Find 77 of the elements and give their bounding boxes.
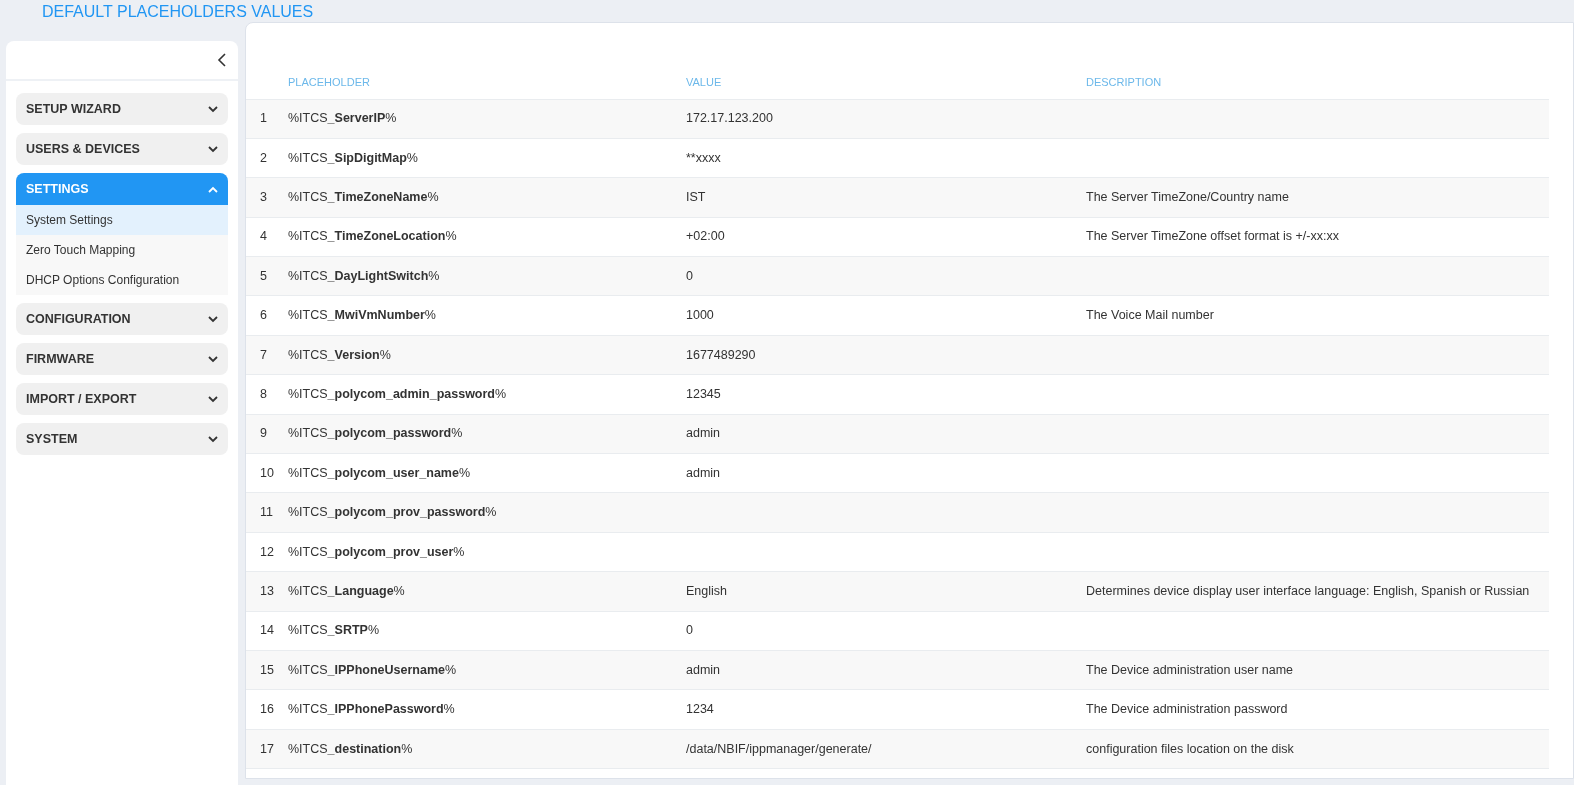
row-number: 1 bbox=[246, 99, 288, 139]
menu-section[interactable]: FIRMWARE bbox=[16, 343, 228, 375]
table-cell: IST bbox=[686, 177, 1086, 218]
row-number: 7 bbox=[246, 335, 288, 375]
menu-section[interactable]: USERS & DEVICES bbox=[16, 133, 228, 165]
table-cell: +02:00 bbox=[686, 217, 1086, 257]
table-cell: admin bbox=[686, 453, 1086, 493]
row-number: 2 bbox=[246, 138, 288, 178]
table-cell: The Server TimeZone offset format is +/-xx:xx bbox=[1086, 217, 1549, 257]
row-number: 10 bbox=[246, 453, 288, 493]
table-cell: 0 bbox=[686, 256, 1086, 296]
row-number: 14 bbox=[246, 611, 288, 651]
row-number: 4 bbox=[246, 217, 288, 257]
table-cell: %ITCS_TimeZoneName% bbox=[288, 177, 686, 218]
table-cell: %ITCS_DayLightSwitch% bbox=[288, 256, 686, 296]
row-number: 12 bbox=[246, 532, 288, 572]
table-cell: %ITCS_polycom_prov_user% bbox=[288, 532, 686, 572]
table-cell: admin bbox=[686, 414, 1086, 454]
table-cell: /data/NBIF/ippmanager/generate/ bbox=[686, 729, 1086, 769]
table-cell: configuration files location on the disk bbox=[1086, 729, 1549, 769]
menu-section[interactable]: IMPORT / EXPORT bbox=[16, 383, 228, 415]
row-number: 3 bbox=[246, 177, 288, 218]
table-cell: The Device administration password bbox=[1086, 689, 1549, 730]
table-cell: %ITCS_SipDigitMap% bbox=[288, 138, 686, 178]
row-number: 13 bbox=[246, 571, 288, 612]
row-number: 6 bbox=[246, 295, 288, 336]
table-cell: 1677489290 bbox=[686, 335, 1086, 375]
table-cell: Determines device display user interface language: English, Spanish or Russian bbox=[1086, 571, 1549, 612]
table-cell: 0 bbox=[686, 611, 1086, 651]
submenu-item[interactable]: DHCP Options Configuration bbox=[16, 265, 228, 295]
table-cell: %ITCS_polycom_user_name% bbox=[288, 453, 686, 493]
table-cell: 12345 bbox=[686, 374, 1086, 415]
table-cell: %ITCS_polycom_password% bbox=[288, 414, 686, 454]
table-cell: 172.17.123.200 bbox=[686, 99, 1086, 139]
chevron-up-icon bbox=[208, 185, 218, 193]
table-cell: %ITCS_SRTP% bbox=[288, 611, 686, 651]
table-cell: %ITCS_TimeZoneLocation% bbox=[288, 217, 686, 257]
table-cell: 1234 bbox=[686, 689, 1086, 730]
chevron-down-icon bbox=[208, 395, 218, 403]
row-number: 9 bbox=[246, 414, 288, 454]
submenu-item[interactable]: Zero Touch Mapping bbox=[16, 235, 228, 265]
menu-section[interactable]: SETUP WIZARD bbox=[16, 93, 228, 125]
row-number: 8 bbox=[246, 374, 288, 415]
row-number: 5 bbox=[246, 256, 288, 296]
chevron-down-icon bbox=[208, 315, 218, 323]
column-header: PLACEHOLDER bbox=[288, 65, 686, 99]
column-header: VALUE bbox=[686, 65, 1086, 99]
table-cell: admin bbox=[686, 650, 1086, 690]
row-number: 15 bbox=[246, 650, 288, 690]
table-cell: %ITCS_Version% bbox=[288, 335, 686, 375]
table-cell: English bbox=[686, 571, 1086, 612]
table-cell: %ITCS_Language% bbox=[288, 571, 686, 612]
chevron-down-icon bbox=[208, 105, 218, 113]
table-cell: The Device administration user name bbox=[1086, 650, 1549, 690]
row-number: 17 bbox=[246, 729, 288, 769]
collapse-icon[interactable] bbox=[217, 53, 226, 67]
table-cell: %ITCS_MwiVmNumber% bbox=[288, 295, 686, 336]
table-cell: The Server TimeZone/Country name bbox=[1086, 177, 1549, 218]
table-cell: %ITCS_polycom_prov_password% bbox=[288, 492, 686, 533]
row-number: 16 bbox=[246, 689, 288, 730]
page-title: DEFAULT PLACEHOLDERS VALUES bbox=[41, 2, 315, 22]
table-cell: %ITCS_IPPhonePassword% bbox=[288, 689, 686, 730]
row-number: 11 bbox=[246, 492, 288, 533]
submenu-item[interactable]: System Settings bbox=[16, 205, 228, 235]
table-cell: %ITCS_destination% bbox=[288, 729, 686, 769]
chevron-down-icon bbox=[208, 145, 218, 153]
table-cell: %ITCS_polycom_admin_password% bbox=[288, 374, 686, 415]
table-cell: The Voice Mail number bbox=[1086, 295, 1549, 336]
table-cell: %ITCS_IPPhoneUsername% bbox=[288, 650, 686, 690]
table-cell: 1000 bbox=[686, 295, 1086, 336]
chevron-down-icon bbox=[208, 435, 218, 443]
menu-section[interactable]: SYSTEM bbox=[16, 423, 228, 455]
chevron-down-icon bbox=[208, 355, 218, 363]
menu-section[interactable]: CONFIGURATION bbox=[16, 303, 228, 335]
table-cell: %ITCS_ServerIP% bbox=[288, 99, 686, 139]
table-cell: **xxxx bbox=[686, 138, 1086, 178]
column-header: DESCRIPTION bbox=[1086, 65, 1549, 99]
